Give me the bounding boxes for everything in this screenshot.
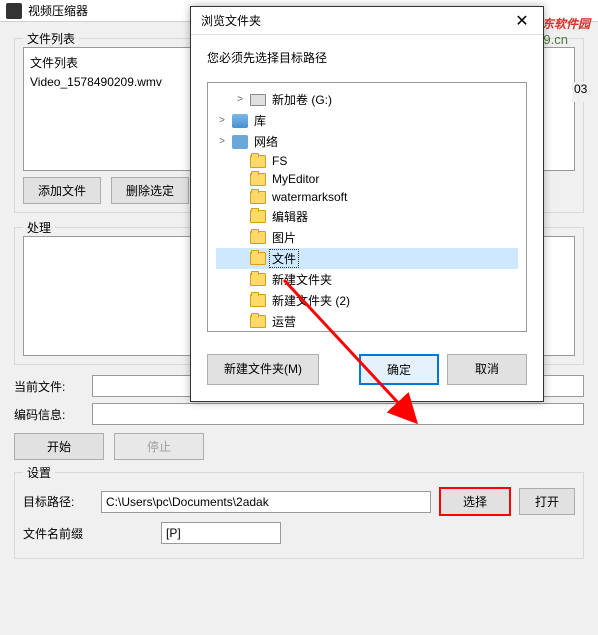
tree-item[interactable]: 图片 bbox=[216, 227, 518, 248]
stop-button: 停止 bbox=[114, 433, 204, 460]
drive-icon bbox=[250, 94, 266, 106]
tree-item-label: 新建文件夹 (2) bbox=[270, 292, 352, 309]
tree-item-label: 新建文件夹 bbox=[270, 271, 334, 288]
target-path-label: 目标路径: bbox=[23, 493, 93, 510]
file-list-label: 文件列表 bbox=[23, 30, 79, 47]
current-file-label: 当前文件: bbox=[14, 378, 84, 395]
tree-item[interactable]: FS bbox=[216, 152, 518, 170]
tree-item-label: 运营 bbox=[270, 313, 298, 330]
tree-item-label: watermarksoft bbox=[270, 190, 349, 204]
tree-item[interactable]: 新建文件夹 (2) bbox=[216, 290, 518, 311]
tree-item-label: 库 bbox=[252, 112, 268, 129]
browse-folder-dialog: 浏览文件夹 ✕ 您必须先选择目标路径 >新加卷 (G:)>库>网络FSMyEdi… bbox=[190, 6, 544, 402]
filename-prefix-label: 文件名前缀 bbox=[23, 525, 93, 542]
dialog-title-bar: 浏览文件夹 ✕ bbox=[191, 7, 543, 35]
truncated-value: 03 bbox=[572, 82, 598, 102]
process-label: 处理 bbox=[23, 219, 55, 236]
dialog-message: 您必须先选择目标路径 bbox=[207, 49, 527, 66]
select-button[interactable]: 选择 bbox=[439, 487, 511, 516]
tree-item[interactable]: watermarksoft bbox=[216, 188, 518, 206]
tree-item[interactable]: 新建文件夹 bbox=[216, 269, 518, 290]
folder-icon bbox=[250, 155, 266, 168]
dialog-title: 浏览文件夹 bbox=[201, 12, 261, 29]
new-folder-button[interactable]: 新建文件夹(M) bbox=[207, 354, 319, 385]
network-icon bbox=[232, 135, 248, 149]
tree-item-label: MyEditor bbox=[270, 172, 321, 186]
tree-item[interactable]: > 网络 bbox=[216, 131, 518, 152]
app-title: 视频压缩器 bbox=[28, 2, 88, 19]
encode-info-value bbox=[92, 403, 584, 425]
folder-icon bbox=[250, 210, 266, 223]
add-file-button[interactable]: 添加文件 bbox=[23, 177, 101, 204]
app-icon bbox=[6, 3, 22, 19]
tree-item-label: 文件 bbox=[270, 250, 298, 267]
start-button[interactable]: 开始 bbox=[14, 433, 104, 460]
folder-icon bbox=[250, 252, 266, 265]
tree-item-label: 新加卷 (G:) bbox=[270, 91, 334, 108]
cancel-button[interactable]: 取消 bbox=[447, 354, 527, 385]
tree-item[interactable]: MyEditor bbox=[216, 170, 518, 188]
expand-icon[interactable]: > bbox=[216, 115, 228, 126]
tree-item-label: FS bbox=[270, 154, 289, 168]
encode-info-label: 编码信息: bbox=[14, 406, 84, 423]
filename-prefix-input[interactable] bbox=[161, 522, 281, 544]
folder-icon bbox=[250, 231, 266, 244]
tree-item[interactable]: > 新加卷 (G:) bbox=[216, 89, 518, 110]
tree-item-label: 网络 bbox=[252, 133, 280, 150]
library-icon bbox=[232, 114, 248, 128]
tree-item[interactable]: 运营 bbox=[216, 311, 518, 332]
tree-item[interactable]: >库 bbox=[216, 110, 518, 131]
open-button[interactable]: 打开 bbox=[519, 488, 575, 515]
expand-icon[interactable]: > bbox=[216, 136, 228, 147]
delete-selected-button[interactable]: 删除选定 bbox=[111, 177, 189, 204]
folder-tree[interactable]: >新加卷 (G:)>库>网络FSMyEditorwatermarksoft编辑器… bbox=[207, 82, 527, 332]
close-icon[interactable]: ✕ bbox=[501, 7, 543, 35]
tree-item-label: 编辑器 bbox=[270, 208, 310, 225]
folder-icon bbox=[250, 273, 266, 286]
folder-icon bbox=[250, 173, 266, 186]
settings-label: 设置 bbox=[23, 464, 55, 481]
folder-icon bbox=[250, 315, 266, 328]
expand-icon[interactable]: > bbox=[234, 94, 246, 105]
folder-icon bbox=[250, 294, 266, 307]
ok-button[interactable]: 确定 bbox=[359, 354, 439, 385]
tree-item[interactable]: 编辑器 bbox=[216, 206, 518, 227]
settings-group: 设置 目标路径: 选择 打开 文件名前缀 bbox=[14, 472, 584, 559]
tree-item-label: 图片 bbox=[270, 229, 298, 246]
target-path-input[interactable] bbox=[101, 491, 431, 513]
folder-icon bbox=[250, 191, 266, 204]
tree-item[interactable]: 文件 bbox=[216, 248, 518, 269]
